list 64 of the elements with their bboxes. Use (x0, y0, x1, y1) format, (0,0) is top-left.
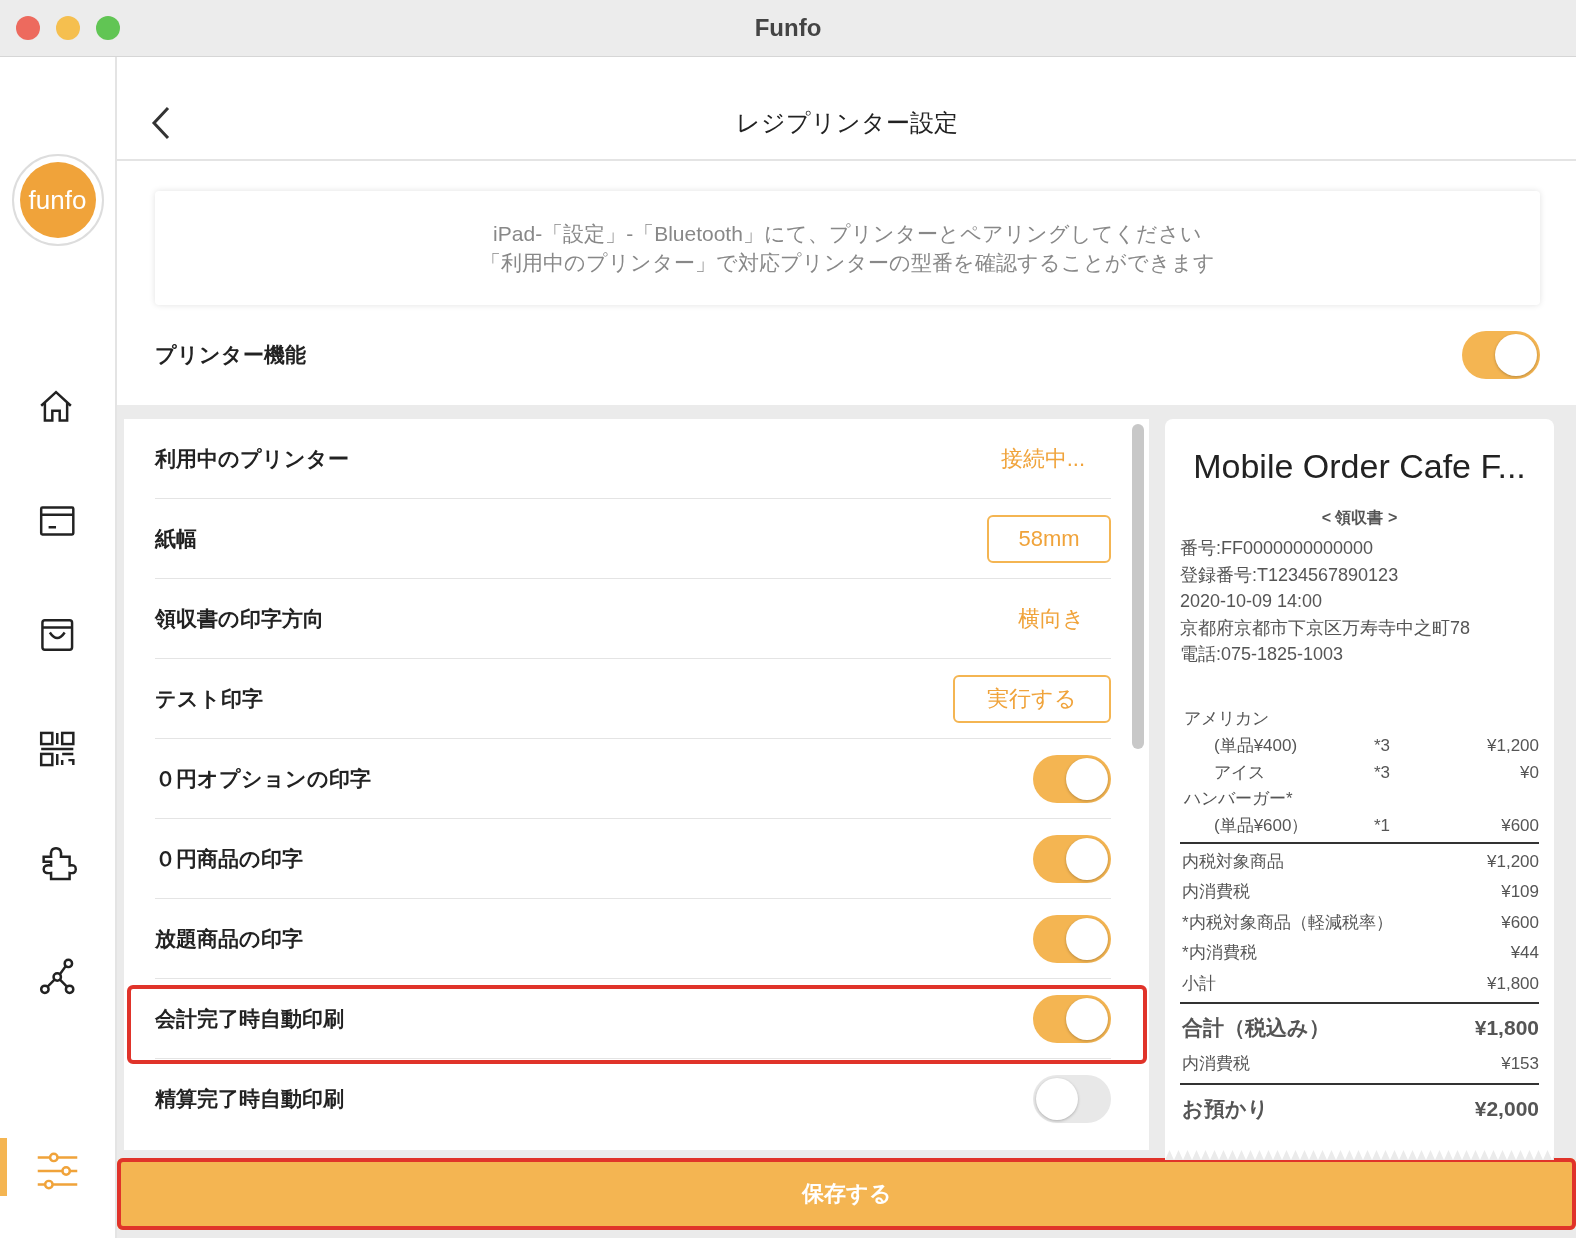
receipt-info: 2020-10-09 14:00 (1180, 590, 1324, 613)
toggle-switch[interactable] (1033, 914, 1111, 963)
logo: funfo (11, 154, 104, 246)
item-amount: ¥600 (1500, 814, 1539, 837)
toggle-switch[interactable] (1033, 834, 1111, 883)
paper-width-button[interactable]: 58mm (987, 514, 1111, 563)
item-detail: (単品¥600） (1214, 814, 1310, 837)
total-amount: ¥1,800 (1474, 1015, 1539, 1041)
total-label: お預かり (1182, 1095, 1269, 1122)
toggle-switch[interactable] (1033, 994, 1111, 1043)
setting-label: ０円商品の印字 (155, 845, 303, 872)
total-amount: ¥109 (1501, 881, 1539, 903)
total-amount: ¥153 (1501, 1053, 1539, 1075)
item-amount: ¥1,200 (1486, 734, 1539, 757)
item-quantity: *3 (1374, 734, 1392, 757)
zoom-button[interactable] (96, 16, 120, 40)
setting-label: 会計完了時自動印刷 (155, 1005, 344, 1032)
total-label: 小計 (1182, 972, 1216, 995)
info-card: iPad-「設定」-「Bluetooth」にて、プリンターとペアリングしてください 「利用中のプリンター」で対応プリンターの型番を確認することができます (155, 191, 1540, 305)
item-name: ハンバーガー* (1183, 787, 1294, 810)
total-amount: ¥2,000 (1474, 1095, 1539, 1122)
item-name: アメリカン (1183, 707, 1270, 730)
setting-label: 領収書の印字方向 (155, 605, 324, 632)
store-name: Mobile Order Cafe F... (1192, 447, 1527, 486)
item-detail: (単品¥400) (1214, 734, 1299, 757)
setting-label: テスト印字 (155, 685, 263, 712)
total-label: 合計（税込み） (1182, 1015, 1330, 1041)
setting-label: 紙幅 (155, 525, 197, 552)
run-button[interactable]: 実行する (953, 674, 1111, 723)
status-text: 接続中... (1000, 444, 1085, 473)
item-quantity: *1 (1374, 814, 1392, 837)
total-amount: ¥600 (1501, 911, 1539, 934)
receipt-info: 京都府京都市下京区万寿寺中之町78 (1180, 616, 1472, 640)
total-amount: ¥1,800 (1487, 972, 1539, 995)
item-amount: ¥0 (1519, 761, 1539, 784)
setting-label: 放題商品の印字 (155, 925, 303, 952)
toggle-switch[interactable] (1033, 1074, 1111, 1123)
receipt-info: 番号:FF0000000000000 (1180, 537, 1375, 560)
window-title: Funfo (754, 14, 822, 42)
total-label: 内消費税 (1182, 881, 1250, 903)
receipt-info: 登録番号:T1234567890123 (1180, 563, 1400, 587)
toggle-switch[interactable] (1033, 754, 1111, 803)
back-icon[interactable] (151, 106, 171, 140)
minimize-button[interactable] (56, 16, 80, 40)
setting-label: プリンター機能 (155, 342, 306, 368)
setting-value[interactable]: 横向き (1018, 603, 1085, 634)
page-title: レジプリンター設定 (735, 108, 958, 138)
total-label: *内税対象商品（軽減税率） (1182, 911, 1393, 934)
close-button[interactable] (16, 16, 40, 40)
total-amount: ¥1,200 (1487, 850, 1539, 873)
receipt-heading: < 領収書 > (1320, 508, 1399, 528)
total-label: 内消費税 (1182, 1053, 1250, 1075)
receipt-info: 電話:075-1825-1003 (1180, 643, 1345, 666)
setting-label: ０円オプションの印字 (155, 765, 371, 792)
save-button[interactable]: 保存する (117, 1158, 1576, 1230)
toggle-switch[interactable] (1462, 331, 1540, 379)
settings-icon[interactable] (35, 1150, 80, 1192)
total-amount: ¥44 (1510, 942, 1539, 964)
total-label: 内税対象商品 (1182, 850, 1284, 873)
setting-label: 精算完了時自動印刷 (155, 1085, 344, 1112)
total-label: *内消費税 (1182, 942, 1257, 964)
item-quantity: *3 (1374, 761, 1392, 784)
setting-label: 利用中のプリンター (155, 445, 349, 472)
item-detail: アイス (1214, 761, 1266, 784)
